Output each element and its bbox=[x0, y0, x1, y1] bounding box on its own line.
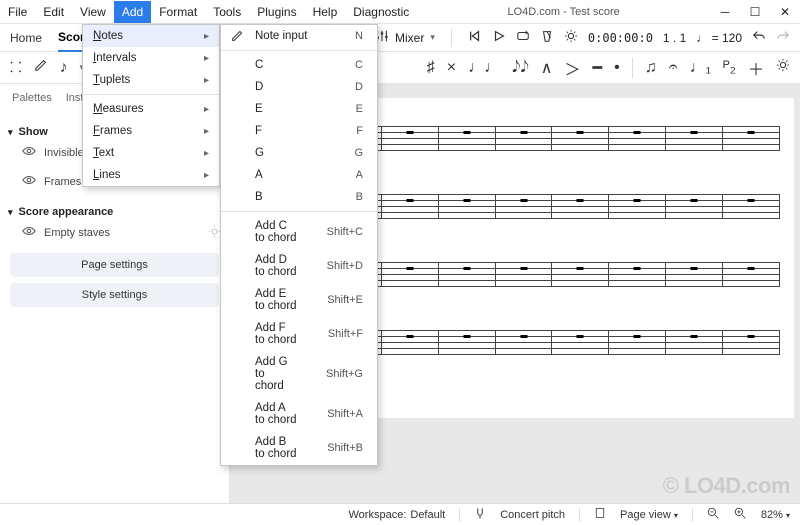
tuplet-icon[interactable]: ♫ bbox=[645, 59, 657, 77]
watermark: © LO4D.com bbox=[663, 473, 790, 499]
metronome-button[interactable] bbox=[540, 29, 554, 46]
style-settings-button[interactable]: Style settings bbox=[10, 283, 219, 307]
add-button[interactable]: ＋ bbox=[748, 56, 764, 80]
playback-settings-button[interactable] bbox=[564, 29, 578, 46]
menu-tools[interactable]: Tools bbox=[205, 1, 249, 23]
tempo[interactable]: ♩ = 120 bbox=[696, 31, 742, 45]
eye-icon bbox=[22, 144, 36, 161]
add-menu-text[interactable]: Text▸ bbox=[83, 142, 219, 164]
eighth-note-icon[interactable]: ♪ bbox=[60, 59, 68, 77]
section-appearance-header[interactable]: ▾Score appearance bbox=[8, 206, 221, 218]
notes-menu-b[interactable]: BB bbox=[221, 186, 377, 208]
loop-button[interactable] bbox=[516, 29, 530, 46]
notes-menu-f[interactable]: FF bbox=[221, 120, 377, 142]
add-menu-notes[interactable]: Notes▸ bbox=[83, 25, 219, 47]
tenuto-icon[interactable]: ━ bbox=[593, 58, 603, 78]
page-settings-button[interactable]: Page settings bbox=[10, 253, 219, 277]
playback-time: 0:00:00:0 bbox=[588, 31, 653, 45]
menu-plugins[interactable]: Plugins bbox=[249, 1, 304, 23]
zoom-value[interactable]: 82% ▾ bbox=[761, 509, 790, 521]
window-title: LO4D.com - Test score bbox=[417, 6, 710, 18]
chevron-down-icon: ▾ bbox=[430, 32, 435, 43]
statusbar: Workspace: Default Concert pitch Page vi… bbox=[0, 503, 800, 525]
add-menu-intervals[interactable]: Intervals▸ bbox=[83, 47, 219, 69]
menu-view[interactable]: View bbox=[72, 1, 114, 23]
accent-icon[interactable]: ＞ bbox=[565, 56, 581, 80]
notes-menu-add-d-to-chord[interactable]: Add D to chordShift+D bbox=[221, 249, 377, 283]
voice1-icon[interactable]: ♩₁ bbox=[690, 59, 711, 77]
close-button[interactable]: ✕ bbox=[770, 0, 800, 24]
section-appearance: ▾Score appearance Empty staves Page sett… bbox=[8, 206, 221, 307]
add-menu-frames[interactable]: Frames▸ bbox=[83, 120, 219, 142]
undo-button[interactable] bbox=[752, 29, 766, 46]
drawer-icon[interactable]: ⸬ bbox=[10, 58, 22, 77]
playback-position: 1 . 1 bbox=[663, 31, 686, 45]
page-view-select[interactable]: Page view ▾ bbox=[620, 509, 678, 521]
minimize-button[interactable]: ─ bbox=[710, 0, 740, 24]
tab-home[interactable]: Home bbox=[10, 25, 42, 51]
notes-menu-add-g-to-chord[interactable]: Add G to chordShift+G bbox=[221, 351, 377, 397]
menu-diagnostic[interactable]: Diagnostic bbox=[345, 1, 417, 23]
window-controls: ─ ☐ ✕ bbox=[710, 0, 800, 24]
flip-icon[interactable]: 𝄐 bbox=[669, 59, 678, 77]
voice2-icon[interactable]: ᴾ₂ bbox=[723, 59, 736, 77]
notes-menu-add-b-to-chord[interactable]: Add B to chordShift+B bbox=[221, 431, 377, 465]
menubar: File Edit View Add Format Tools Plugins … bbox=[0, 1, 417, 23]
rewind-button[interactable] bbox=[468, 29, 482, 46]
tie-icon[interactable]: × bbox=[447, 59, 456, 77]
eye-icon bbox=[22, 224, 36, 241]
add-menu-lines[interactable]: Lines▸ bbox=[83, 164, 219, 186]
notes-pair-icon[interactable]: ♩♩ bbox=[468, 59, 500, 77]
notes-menu-add-a-to-chord[interactable]: Add A to chordShift+A bbox=[221, 397, 377, 431]
notes-menu-e[interactable]: EE bbox=[221, 98, 377, 120]
workspace-value[interactable]: Default bbox=[410, 509, 445, 521]
page-view-icon bbox=[594, 507, 606, 522]
notes-menu-add-e-to-chord[interactable]: Add E to chordShift+E bbox=[221, 283, 377, 317]
zoom-in-button[interactable] bbox=[734, 507, 747, 523]
menu-help[interactable]: Help bbox=[305, 1, 346, 23]
notes-menu-g[interactable]: GG bbox=[221, 142, 377, 164]
menu-edit[interactable]: Edit bbox=[35, 1, 72, 23]
menu-file[interactable]: File bbox=[0, 1, 35, 23]
notes-menu-d[interactable]: DD bbox=[221, 76, 377, 98]
toolbar-settings-icon[interactable] bbox=[776, 58, 790, 77]
sharp-icon[interactable]: ♯ bbox=[427, 59, 435, 77]
titlebar: File Edit View Add Format Tools Plugins … bbox=[0, 0, 800, 24]
marcato-icon[interactable]: ∧ bbox=[541, 58, 553, 78]
subtab-palettes[interactable]: Palettes bbox=[12, 92, 52, 108]
mixer-toggle[interactable]: Mixer ▾ bbox=[375, 29, 435, 46]
redo-button[interactable] bbox=[776, 29, 790, 46]
notes-menu-c[interactable]: CC bbox=[221, 54, 377, 76]
add-menu-tuplets[interactable]: Tuplets▸ bbox=[83, 69, 219, 91]
menu-add[interactable]: Add bbox=[114, 1, 151, 23]
notes-submenu-dropdown: Note inputN CCDDEEFFGGAABB Add C to chordS… bbox=[220, 24, 378, 466]
workspace-label: Workspace: bbox=[349, 509, 407, 521]
eye-icon bbox=[22, 173, 36, 190]
notes-menu-add-f-to-chord[interactable]: Add F to chordShift+F bbox=[221, 317, 377, 351]
staccato-icon[interactable]: • bbox=[614, 59, 620, 77]
add-menu-measures[interactable]: Measures▸ bbox=[83, 98, 219, 120]
note-input-button[interactable] bbox=[34, 58, 48, 77]
playback-controls: 0:00:00:0 1 . 1 ♩ = 120 bbox=[468, 29, 790, 46]
zoom-out-button[interactable] bbox=[707, 507, 720, 523]
menu-format[interactable]: Format bbox=[151, 1, 205, 23]
mixer-label: Mixer bbox=[395, 31, 424, 45]
maximize-button[interactable]: ☐ bbox=[740, 0, 770, 24]
tuning-fork-icon[interactable] bbox=[474, 507, 486, 522]
notes-menu-add-c-to-chord[interactable]: Add C to chordShift+C bbox=[221, 215, 377, 249]
empty-staves[interactable]: Empty staves bbox=[8, 218, 221, 247]
concert-pitch[interactable]: Concert pitch bbox=[500, 509, 565, 521]
beam-icon[interactable]: 𝅘𝅥𝅮𝅘𝅥𝅮 bbox=[512, 59, 529, 77]
notes-menu-note-input[interactable]: Note inputN bbox=[221, 25, 377, 47]
add-menu-dropdown: Notes▸Intervals▸Tuplets▸ Measures▸Frames▸… bbox=[82, 24, 220, 187]
notes-menu-a[interactable]: AA bbox=[221, 164, 377, 186]
play-button[interactable] bbox=[492, 29, 506, 46]
